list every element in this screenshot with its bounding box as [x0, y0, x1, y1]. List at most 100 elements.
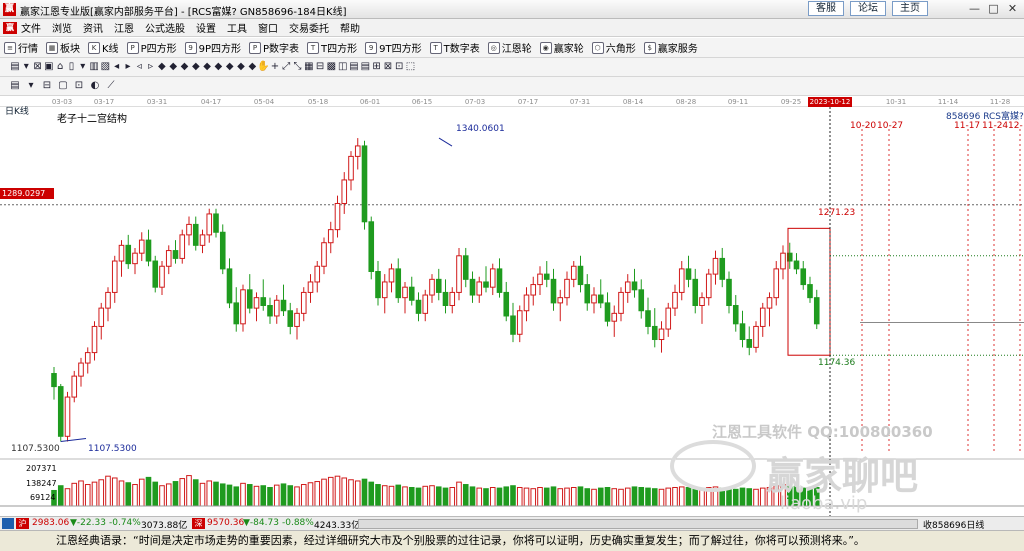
menu-window[interactable]: 窗口 — [258, 20, 278, 35]
candle-body — [577, 265, 584, 286]
toolbar-button-6[interactable]: T T四方形 — [307, 40, 357, 55]
link-customer-service[interactable]: 客服 — [808, 1, 844, 16]
date-tick-label: 03-31 — [146, 98, 168, 106]
candle-body — [314, 265, 321, 283]
toolbar-button-label: 赢家轮 — [553, 44, 584, 55]
volume-bar — [186, 475, 192, 507]
date-tick-label: 03-03 — [51, 98, 73, 106]
toolbar-button-1[interactable]: ▦ 板块 — [46, 40, 80, 55]
candle-body — [51, 373, 57, 388]
volume-bar — [597, 487, 604, 507]
volume-bar — [442, 487, 449, 507]
toolbar-button-10[interactable]: ◉ 赢家轮 — [539, 40, 584, 55]
volume-bar — [631, 486, 638, 507]
toolbar-button-4[interactable]: 9 9P四方形 — [184, 40, 241, 55]
volume-bar — [91, 481, 98, 507]
volume-bar — [300, 484, 307, 507]
candle-body — [793, 260, 800, 270]
candle-body — [516, 310, 523, 335]
volume-bar — [159, 485, 165, 507]
candle-body — [638, 289, 645, 312]
menu-tools[interactable]: 工具 — [227, 20, 247, 35]
toolbar-button-label: 9T四方形 — [379, 44, 422, 55]
candle-body — [597, 294, 604, 304]
link-forum[interactable]: 论坛 — [850, 1, 886, 16]
restore-icon[interactable]: □ — [985, 2, 1002, 16]
menu-help[interactable]: 帮助 — [340, 20, 360, 35]
volume-bar — [530, 488, 537, 507]
candle-body — [192, 223, 199, 246]
candle-body — [665, 307, 672, 330]
toolbar-button-label: 9P四方形 — [198, 44, 241, 55]
analysis-tool-icon[interactable]: ⊡ — [72, 79, 86, 93]
volume-bar — [57, 485, 64, 507]
horizontal-scrollbar[interactable] — [358, 519, 918, 529]
candle-body — [334, 202, 341, 231]
toolbar-button-8[interactable]: T T数字表 — [429, 40, 480, 55]
candle-body — [746, 339, 753, 348]
toolbar-button-7[interactable]: 9 9T四方形 — [365, 40, 422, 55]
analysis-tool-icon[interactable]: ◐ — [88, 79, 102, 93]
date-tick-label: 07-17 — [517, 98, 539, 106]
analysis-tool-icon[interactable]: ⊟ — [40, 79, 54, 93]
menu-file[interactable]: 文件 — [21, 20, 41, 35]
candle-body — [206, 213, 213, 236]
menu-trading[interactable]: 交易委托 — [289, 20, 329, 35]
candle-body — [78, 362, 84, 377]
minimize-icon[interactable]: — — [966, 2, 983, 16]
toolbar-button-5[interactable]: P P数字表 — [249, 40, 299, 55]
volume-bar — [469, 486, 476, 507]
candle-body — [813, 297, 820, 325]
close-icon[interactable]: ✕ — [1004, 2, 1021, 16]
period-label: 日K线 — [5, 107, 29, 117]
toolbar-button-3[interactable]: P P四方形 — [126, 40, 177, 55]
candle-body — [462, 255, 469, 280]
toolbar-button-12[interactable]: $ 赢家服务 — [643, 40, 698, 55]
analysis-tool-icon[interactable]: ▤ — [8, 79, 22, 93]
candle-body — [591, 294, 597, 304]
chart-area[interactable]: 日K线 老子十二宫结构 858696 RCS富媒? 1289.0297 1107… — [0, 107, 1024, 516]
toolbar-button-2[interactable]: K K线 — [88, 40, 119, 55]
quote-bar: 江恩经典语录：“时间是决定市场走势的重要因素，经过详细研究大市及个别股票的过往记… — [0, 530, 1024, 551]
menu-gann[interactable]: 江恩 — [114, 20, 134, 35]
candle-body — [219, 231, 226, 270]
toolbar-button-9[interactable]: ◎ 江恩轮 — [487, 40, 532, 55]
toolbar-button-0[interactable]: ≡ 行情 — [4, 40, 38, 55]
date-tick-label: 07-31 — [569, 98, 591, 106]
candle-body — [253, 297, 260, 309]
menu-info[interactable]: 资讯 — [83, 20, 103, 35]
menu-formula-screener[interactable]: 公式选股 — [145, 20, 185, 35]
menu-settings[interactable]: 设置 — [196, 20, 216, 35]
volume-bar — [381, 485, 388, 507]
date-tick-label: 06-15 — [411, 98, 433, 106]
volume-bar — [172, 481, 179, 507]
candle-body — [503, 291, 510, 317]
menu-app-icon[interactable]: 赢 — [3, 21, 17, 34]
menu-browse[interactable]: 浏览 — [52, 20, 72, 35]
box-high-label: 1271.23 — [818, 208, 856, 218]
drawing-tool-icon[interactable]: ⬚ — [404, 60, 418, 74]
analysis-tool-icon[interactable]: ⟋ — [104, 79, 118, 93]
candle-body — [152, 260, 159, 288]
candle-body — [732, 305, 739, 325]
service-icon: $ — [643, 41, 656, 54]
high-annotation-line — [438, 137, 453, 147]
date-tick-label: 11-14 — [937, 98, 959, 106]
status-menu-icon[interactable] — [2, 518, 14, 529]
date-axis: 2023-10-12 03-03 03-17 03-31 04-17 05-04 05-1… — [0, 97, 1024, 107]
date-tick-label: 06-01 — [359, 98, 381, 106]
toolbar-button-11[interactable]: ⬡ 六角形 — [591, 40, 636, 55]
candle-body — [415, 299, 422, 314]
cursor-price-label: 1289.0297 — [0, 188, 54, 199]
title-bar: 赢 赢家江恩专业版[赢家内部服务平台] - [RCS富媒? GN858696-1… — [0, 0, 1024, 19]
candle-body — [91, 325, 98, 354]
volume-bar — [759, 487, 766, 507]
volume-bar — [84, 484, 91, 507]
date-tick-label: 08-14 — [622, 98, 644, 106]
analysis-tool-icon[interactable]: ▢ — [56, 79, 70, 93]
volume-bar — [564, 487, 570, 507]
volume-bar — [348, 479, 354, 507]
link-homepage[interactable]: 主页 — [892, 1, 928, 16]
candle-body — [132, 252, 138, 265]
analysis-tool-icon[interactable]: ▾ — [24, 79, 38, 93]
